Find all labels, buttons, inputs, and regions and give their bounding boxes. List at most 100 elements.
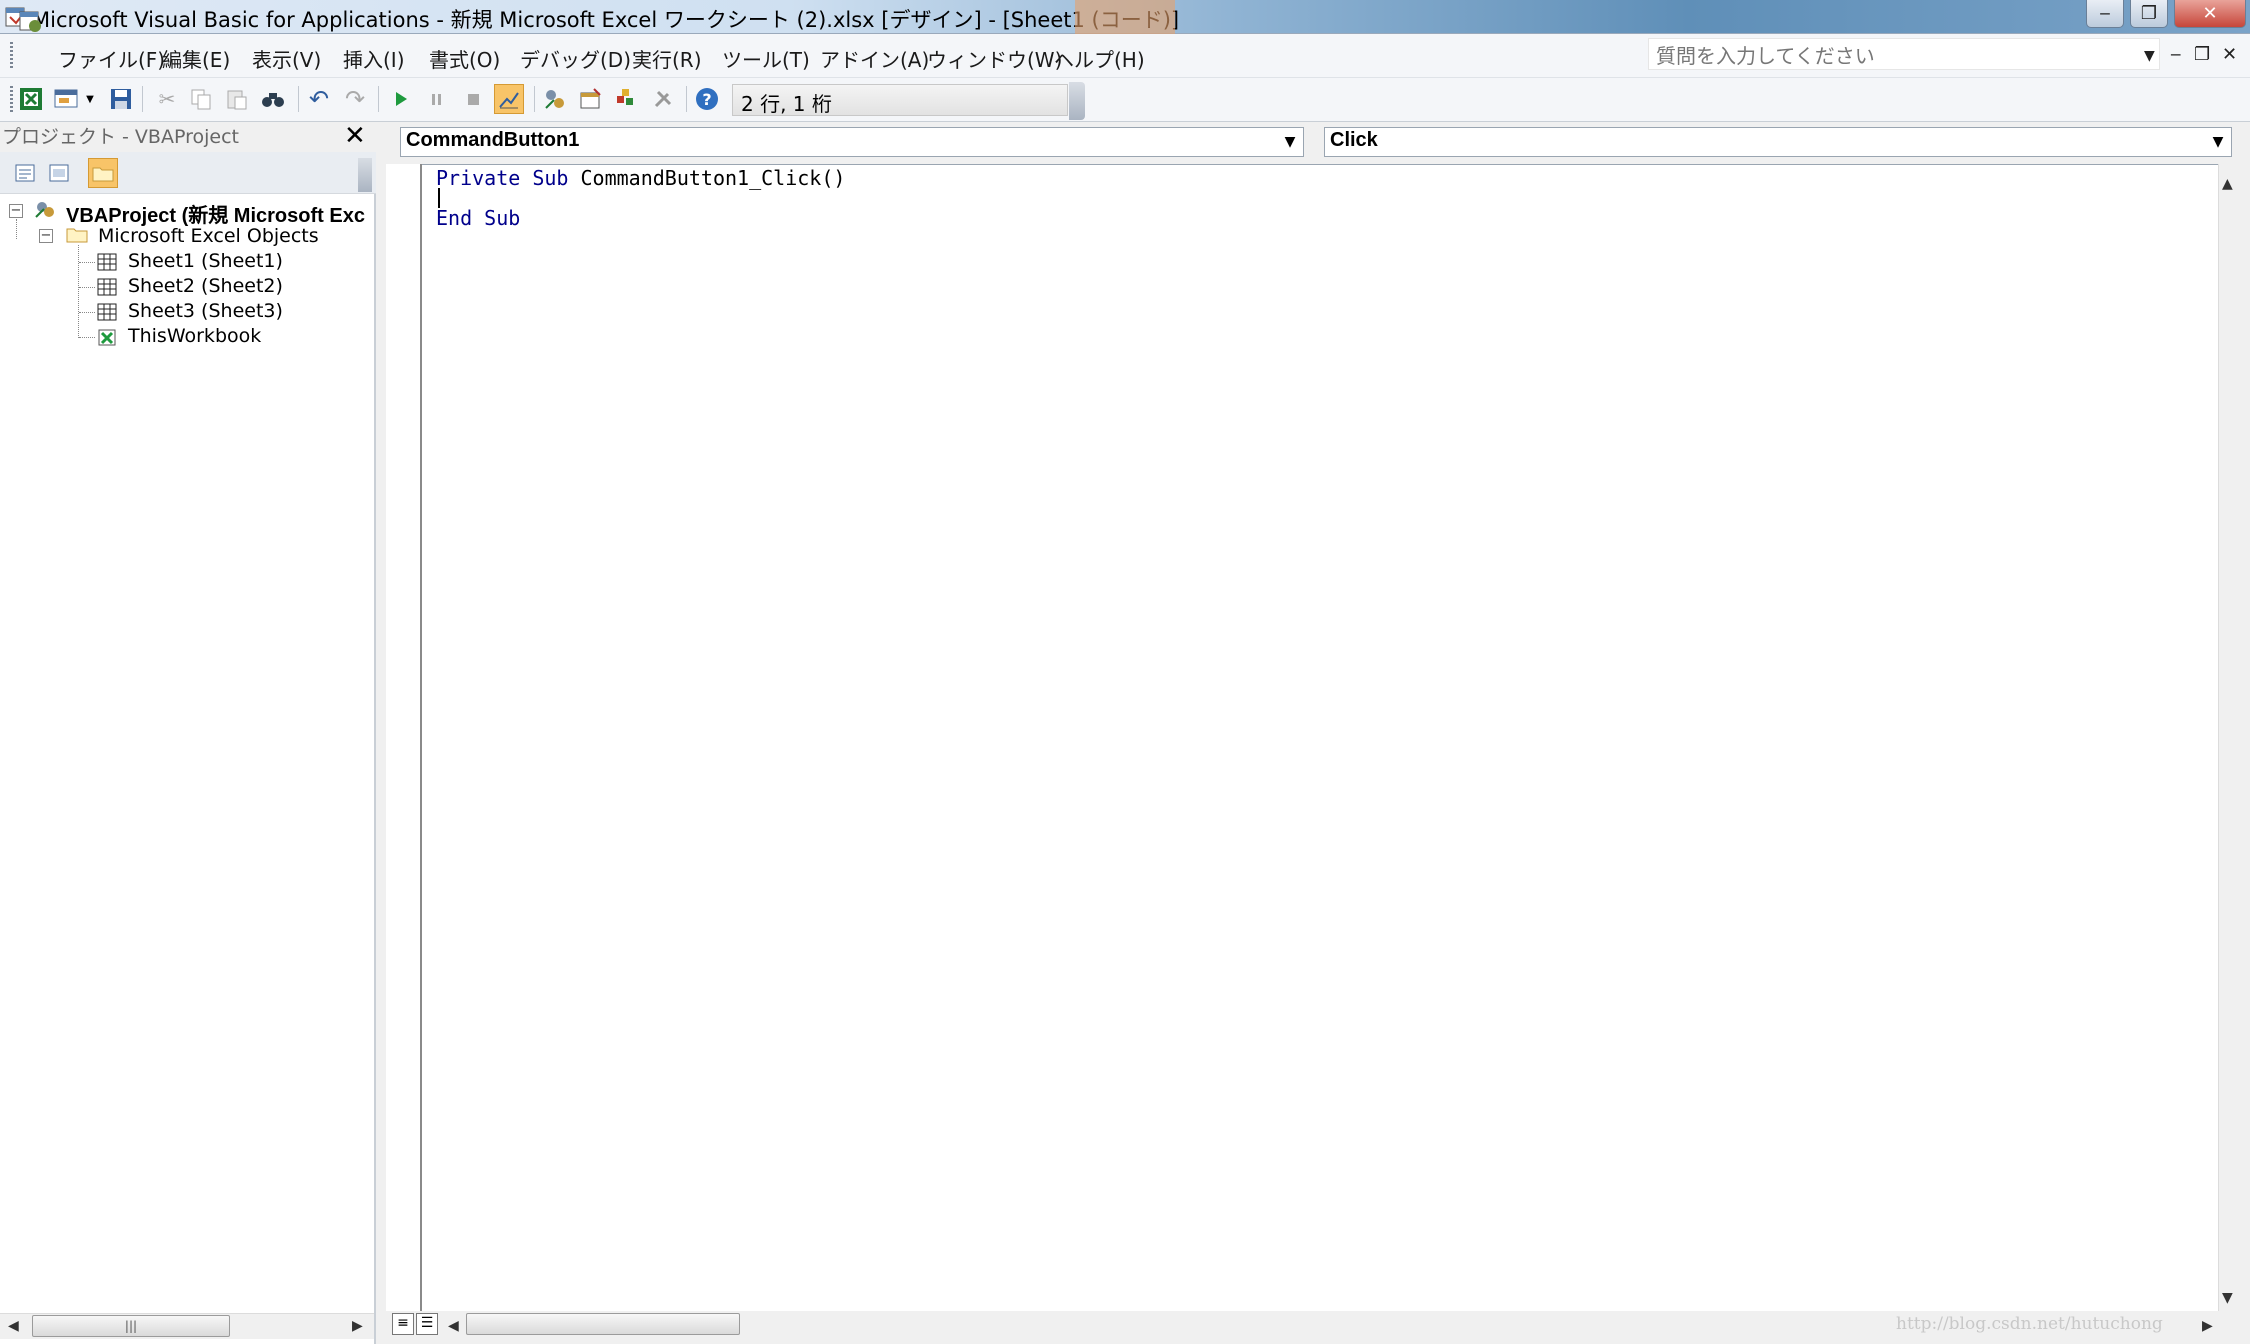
design-mode-icon[interactable] — [494, 84, 524, 114]
procedure-dropdown[interactable] — [1324, 127, 2232, 157]
worksheet-icon — [97, 278, 117, 296]
tree-line — [79, 312, 95, 313]
tree-item-thisworkbook[interactable]: ThisWorkbook — [128, 325, 261, 347]
collapse-folder-icon[interactable]: − — [39, 229, 53, 243]
insert-userform-icon[interactable] — [52, 84, 82, 114]
code-line-1[interactable]: Private Sub CommandButton1_Click() — [436, 166, 845, 190]
reset-icon[interactable] — [458, 84, 488, 114]
code-vscrollbar[interactable] — [2218, 164, 2242, 1312]
help-icon[interactable]: ? — [692, 84, 722, 114]
save-icon[interactable] — [106, 84, 136, 114]
cursor-position: 2 行, 1 桁 — [741, 92, 832, 116]
project-explorer-title: プロジェクト - VBAProject — [2, 126, 239, 148]
cut-icon[interactable]: ✂ — [152, 84, 182, 114]
minimize-button[interactable]: ‒ — [2086, 0, 2124, 28]
tree-line — [79, 287, 95, 288]
toolbar-options-button[interactable] — [1069, 82, 1085, 120]
menu-help[interactable]: ヘルプ(H) — [1054, 44, 1145, 73]
code-hscroll-thumb[interactable] — [466, 1313, 740, 1335]
doc-restore-button[interactable]: ❐ — [2194, 44, 2210, 65]
paste-icon[interactable] — [222, 84, 252, 114]
toolbox-icon[interactable] — [648, 84, 678, 114]
undo-icon[interactable]: ↶ — [304, 84, 334, 114]
toolbar-separator — [686, 86, 687, 112]
toolbar-separator — [142, 86, 143, 112]
tree-item-sheet3[interactable]: Sheet3 (Sheet3) — [128, 300, 283, 322]
menu-addins[interactable]: アドイン(A) — [820, 44, 929, 73]
workbook-icon — [98, 329, 116, 346]
collapse-root-icon[interactable]: − — [9, 204, 23, 218]
watermark: http://blog.csdn.net/hutuchong — [1896, 1314, 2163, 1334]
view-object-icon[interactable] — [44, 158, 74, 188]
tree-root-vbaproject[interactable]: VBAProject (新規 Microsoft Exc — [66, 199, 365, 228]
properties-icon[interactable] — [576, 84, 606, 114]
project-hscroll-thumb[interactable]: ||| — [32, 1315, 230, 1337]
project-close-button[interactable]: ✕ — [344, 123, 366, 149]
procedure-dropdown-arrow-icon[interactable]: ▼ — [2206, 129, 2230, 155]
code-keyword-private-sub: Private Sub — [436, 166, 569, 190]
toggle-folders-icon[interactable] — [88, 158, 118, 188]
doc-minimize-button[interactable]: ‒ — [2170, 44, 2181, 65]
full-module-view-button[interactable]: ☰ — [416, 1313, 438, 1335]
menu-tools[interactable]: ツール(T) — [722, 44, 810, 73]
scroll-up-icon[interactable]: ▲ — [2222, 176, 2233, 192]
menu-window[interactable]: ウィンドウ(W) — [927, 44, 1062, 73]
close-button[interactable]: ✕ — [2174, 0, 2246, 28]
code-scroll-right-icon[interactable]: ▶ — [2202, 1318, 2213, 1334]
code-scroll-left-icon[interactable]: ◀ — [448, 1318, 459, 1334]
tree-line — [79, 337, 95, 338]
folder-icon — [66, 228, 88, 243]
project-toolbar-options[interactable] — [358, 158, 372, 192]
tree-line — [16, 219, 17, 239]
menu-file[interactable]: ファイル(F) — [58, 44, 165, 73]
object-browser-icon[interactable] — [612, 84, 642, 114]
vba-menu-icon[interactable] — [17, 9, 45, 35]
procedure-dropdown-value: Click — [1330, 129, 1378, 151]
excel-view-icon[interactable] — [16, 84, 46, 114]
find-icon[interactable] — [258, 84, 288, 114]
code-procedure-signature: CommandButton1_Click() — [568, 166, 846, 190]
scroll-down-icon[interactable]: ▼ — [2222, 1290, 2233, 1306]
menu-debug[interactable]: デバッグ(D) — [520, 44, 631, 73]
code-margin-indicator-bar[interactable] — [386, 164, 422, 1312]
break-icon[interactable] — [422, 84, 452, 114]
code-line-3[interactable]: End Sub — [436, 206, 520, 230]
procedure-view-button[interactable]: ≡ — [392, 1313, 414, 1335]
menu-edit[interactable]: 編集(E) — [162, 44, 230, 73]
object-dropdown-value: CommandButton1 — [406, 129, 580, 151]
worksheet-icon — [97, 303, 117, 321]
svg-text:?: ? — [702, 90, 711, 109]
copy-icon[interactable] — [186, 84, 216, 114]
doc-close-button[interactable]: ✕ — [2222, 44, 2237, 65]
tree-folder-excel-objects[interactable]: Microsoft Excel Objects — [98, 225, 319, 247]
insert-dropdown-icon[interactable]: ▼ — [82, 84, 98, 114]
toolbar-separator — [534, 86, 535, 112]
redo-icon[interactable]: ↷ — [340, 84, 370, 114]
menu-format[interactable]: 書式(O) — [429, 44, 500, 73]
project-explorer-icon[interactable] — [540, 84, 570, 114]
scroll-left-icon[interactable]: ◀ — [8, 1318, 19, 1334]
tree-item-sheet1[interactable]: Sheet1 (Sheet1) — [128, 250, 283, 272]
view-code-icon[interactable] — [10, 158, 40, 188]
help-dropdown-icon[interactable]: ▼ — [2144, 48, 2155, 64]
tree-item-sheet2[interactable]: Sheet2 (Sheet2) — [128, 275, 283, 297]
window-title: Microsoft Visual Basic for Applications … — [32, 8, 1180, 32]
menubar-grip[interactable] — [10, 42, 13, 70]
toolbar-grip[interactable] — [10, 86, 13, 114]
toolbar-separator — [298, 86, 299, 112]
menu-run[interactable]: 実行(R) — [632, 44, 702, 73]
tree-line — [79, 262, 95, 263]
title-highlight — [1075, 0, 1175, 34]
restore-button[interactable]: ❐ — [2130, 0, 2168, 28]
help-search-placeholder: 質問を入力してください — [1656, 44, 1875, 68]
toolbar-separator — [378, 86, 379, 112]
tree-line — [78, 245, 79, 338]
scroll-right-icon[interactable]: ▶ — [352, 1318, 363, 1334]
run-icon[interactable] — [386, 84, 416, 114]
object-dropdown-arrow-icon[interactable]: ▼ — [1278, 129, 1302, 155]
text-caret — [438, 188, 440, 208]
menu-insert[interactable]: 挿入(I) — [343, 44, 405, 73]
worksheet-icon — [97, 253, 117, 271]
code-editor[interactable] — [386, 164, 2222, 1312]
menu-view[interactable]: 表示(V) — [252, 44, 321, 73]
